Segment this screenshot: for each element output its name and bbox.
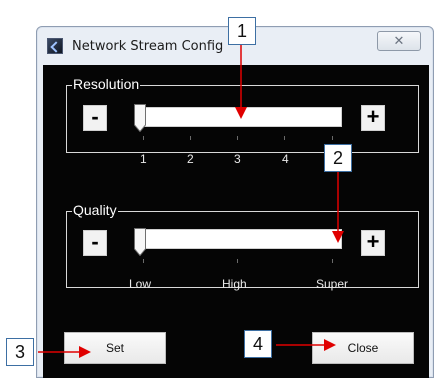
resolution-tick-label-4: 4 — [282, 152, 289, 166]
close-button[interactable]: Close — [312, 332, 414, 364]
resolution-tick-label-2: 2 — [187, 152, 194, 166]
quality-tick-label-high: High — [222, 277, 247, 291]
minus-icon: - — [91, 104, 99, 129]
quality-slider-track[interactable] — [136, 229, 342, 249]
resolution-slider-thumb[interactable] — [134, 104, 146, 132]
quality-decrease-button[interactable]: - — [83, 230, 107, 256]
quality-tick-label-super: Super — [316, 277, 349, 291]
callout-2: 2 — [324, 144, 352, 172]
window-close-button[interactable]: ✕ — [377, 31, 421, 51]
button-bar: Set Close — [43, 327, 429, 378]
resolution-tick — [190, 136, 191, 140]
quality-tick — [332, 259, 333, 263]
quality-tick-label-low: Low — [129, 277, 152, 291]
resolution-tick-label-1: 1 — [140, 152, 147, 166]
callout-4: 4 — [244, 330, 272, 358]
resolution-group-label: Resolution — [72, 75, 141, 93]
quality-slider-thumb[interactable] — [134, 228, 146, 256]
window-title: Network Stream Config — [72, 39, 224, 54]
quality-ticks — [136, 259, 342, 267]
resolution-tick — [237, 136, 238, 140]
quality-tick — [143, 259, 144, 263]
callout-3: 3 — [6, 338, 34, 366]
resolution-tick — [332, 136, 333, 140]
resolution-tick — [284, 136, 285, 140]
resolution-slider-track[interactable] — [136, 107, 342, 127]
quality-tick — [237, 259, 238, 263]
resolution-tick — [143, 136, 144, 140]
close-icon: ✕ — [393, 33, 405, 48]
resolution-tick-label-3: 3 — [234, 152, 241, 166]
resolution-increase-button[interactable]: + — [361, 105, 385, 131]
quality-increase-button[interactable]: + — [361, 230, 385, 256]
plus-icon: + — [366, 229, 380, 254]
resolution-decrease-button[interactable]: - — [83, 105, 107, 131]
callout-1: 1 — [228, 17, 256, 45]
set-button[interactable]: Set — [64, 332, 166, 364]
resolution-ticks — [136, 136, 342, 144]
minus-icon: - — [91, 229, 99, 254]
quality-group-label: Quality — [72, 201, 118, 219]
app-icon — [47, 38, 63, 54]
plus-icon: + — [366, 104, 380, 129]
